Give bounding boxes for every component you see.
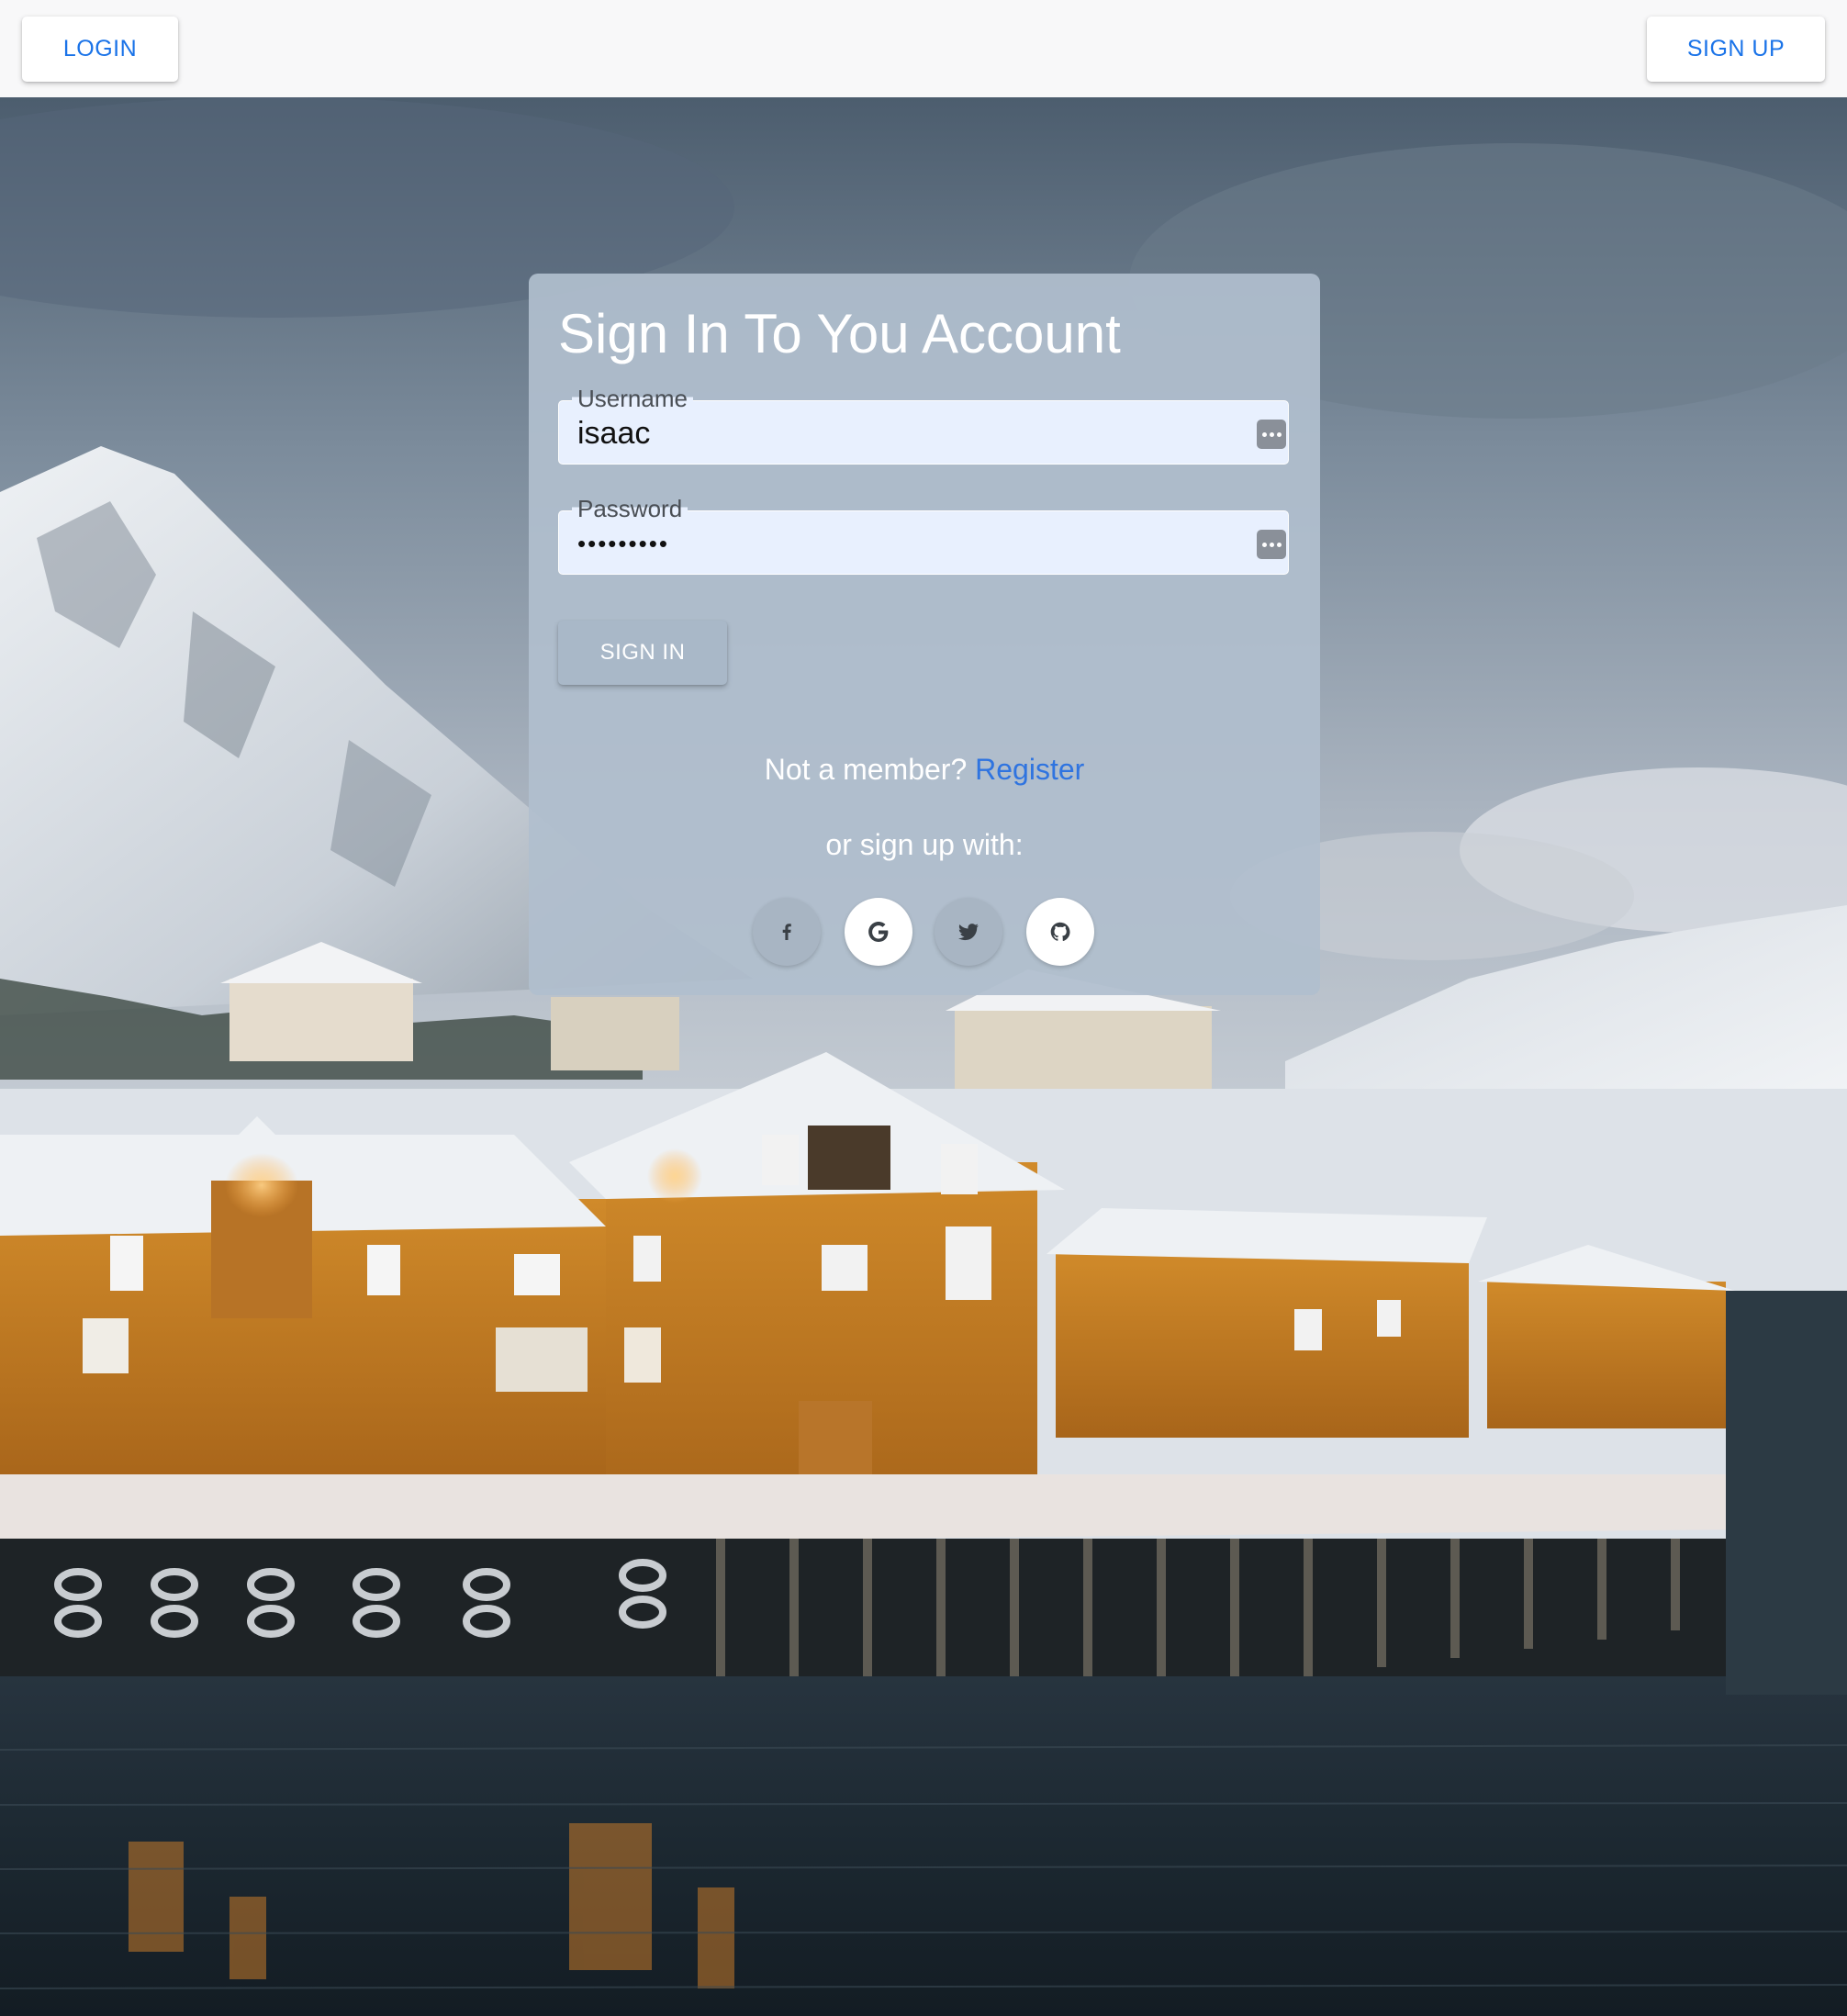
top-nav-bar: LOGIN SIGN UP — [0, 0, 1847, 97]
member-text: Not a member? — [764, 753, 968, 786]
password-manager-icon[interactable] — [1257, 420, 1286, 449]
sign-in-button[interactable]: SIGN IN — [558, 621, 727, 685]
password-manager-icon[interactable] — [1257, 530, 1286, 559]
facebook-icon — [782, 924, 791, 940]
username-field[interactable]: Username — [558, 385, 1289, 465]
register-prompt: Not a member? Register — [529, 751, 1320, 788]
username-label: Username — [572, 385, 693, 412]
google-icon — [868, 922, 889, 942]
password-field[interactable]: Password — [558, 495, 1289, 575]
username-input[interactable] — [577, 414, 1220, 453]
page-title: Sign In To You Account — [558, 303, 1121, 364]
twitter-icon — [958, 924, 979, 941]
register-link[interactable]: Register — [975, 753, 1084, 786]
social-signup-text: or sign up with: — [825, 828, 1024, 861]
google-button[interactable] — [845, 898, 912, 966]
twitter-button[interactable] — [935, 898, 1002, 966]
login-card: Sign In To You Account Username Password… — [529, 274, 1320, 995]
password-input[interactable] — [577, 524, 1220, 563]
sign-up-button[interactable]: SIGN UP — [1647, 17, 1825, 82]
login-button[interactable]: LOGIN — [22, 17, 178, 82]
github-icon — [1050, 922, 1070, 941]
github-button[interactable] — [1026, 898, 1094, 966]
facebook-button[interactable] — [753, 898, 821, 966]
password-label: Password — [572, 495, 688, 522]
